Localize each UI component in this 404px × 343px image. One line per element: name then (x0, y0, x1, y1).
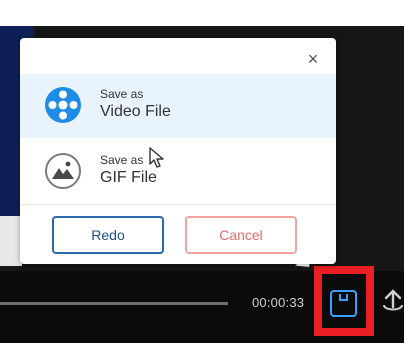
save-as-gif-option[interactable]: Save as GIF File (20, 140, 336, 204)
cancel-button[interactable]: Cancel (185, 216, 297, 254)
save-as-video-label: Save as Video File (100, 86, 171, 122)
progress-track[interactable] (0, 302, 228, 305)
redo-button[interactable]: Redo (52, 216, 164, 254)
highlight-annotation (314, 266, 374, 336)
video-frame-light (0, 216, 22, 266)
upload-icon[interactable] (381, 287, 404, 315)
save-as-text: Save as (100, 87, 144, 101)
save-dialog: × Save as Video File Save as GIF File Re… (20, 38, 336, 264)
save-as-video-option[interactable]: Save as Video File (20, 74, 336, 138)
close-button[interactable]: × (302, 48, 324, 70)
film-reel-icon (45, 87, 81, 123)
video-file-text: Video File (100, 103, 171, 120)
dialog-divider (20, 204, 336, 205)
gif-image-icon (45, 153, 81, 189)
timecode: 00:00:33 (252, 295, 305, 310)
gif-file-text: GIF File (100, 169, 157, 186)
mouse-cursor-icon (149, 147, 164, 168)
top-caption-strip (0, 0, 404, 26)
